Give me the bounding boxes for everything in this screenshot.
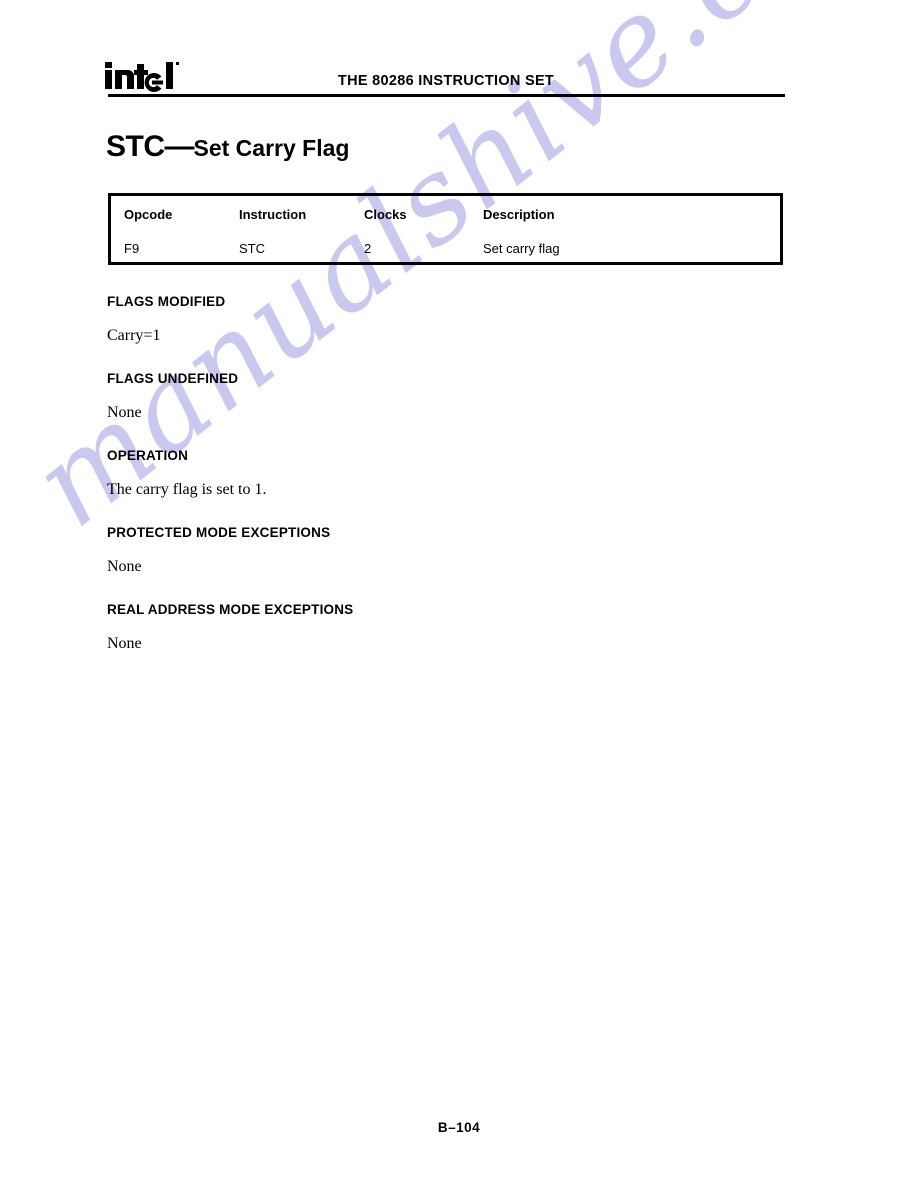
instruction-name: Set Carry Flag bbox=[193, 135, 350, 161]
cell-description: Set carry flag bbox=[483, 241, 560, 256]
page-content: THE 80286 INSTRUCTION SET STC—Set Carry … bbox=[0, 0, 918, 1188]
section-body-real-address-mode-exceptions: None bbox=[107, 635, 142, 652]
section-heading-operation: OPERATION bbox=[107, 448, 189, 463]
column-header-opcode: Opcode bbox=[124, 207, 173, 222]
section-heading-flags-undefined: FLAGS UNDEFINED bbox=[107, 371, 239, 386]
column-header-description: Description bbox=[483, 207, 555, 222]
title-dash: — bbox=[164, 130, 195, 163]
page-title: STC—Set Carry Flag bbox=[106, 130, 349, 164]
running-header-title: THE 80286 INSTRUCTION SET bbox=[337, 73, 555, 89]
section-heading-flags-modified: FLAGS MODIFIED bbox=[107, 294, 226, 309]
footer-page-number: B–104 bbox=[437, 1120, 481, 1135]
cell-instruction: STC bbox=[239, 241, 265, 256]
section-body-flags-undefined: None bbox=[107, 404, 142, 421]
table-row: F9 STC 2 Set carry flag bbox=[111, 241, 780, 265]
instruction-mnemonic: STC bbox=[106, 130, 165, 163]
document-page: manualshive.com THE 80286 INSTRUCTION SE… bbox=[0, 0, 918, 1188]
section-heading-protected-mode-exceptions: PROTECTED MODE EXCEPTIONS bbox=[107, 525, 331, 540]
section-body-protected-mode-exceptions: None bbox=[107, 558, 142, 575]
column-header-clocks: Clocks bbox=[364, 207, 407, 222]
cell-opcode: F9 bbox=[124, 241, 140, 256]
table-header-row: Opcode Instruction Clocks Description bbox=[111, 207, 780, 231]
section-body-operation: The carry flag is set to 1. bbox=[107, 481, 267, 498]
cell-clocks: 2 bbox=[364, 241, 372, 256]
column-header-instruction: Instruction bbox=[239, 207, 307, 222]
intel-logo bbox=[104, 60, 188, 94]
opcode-table: Opcode Instruction Clocks Description F9… bbox=[108, 193, 783, 265]
header-rule bbox=[108, 94, 785, 97]
section-heading-real-address-mode-exceptions: REAL ADDRESS MODE EXCEPTIONS bbox=[107, 602, 354, 617]
section-body-flags-modified: Carry=1 bbox=[107, 327, 161, 344]
